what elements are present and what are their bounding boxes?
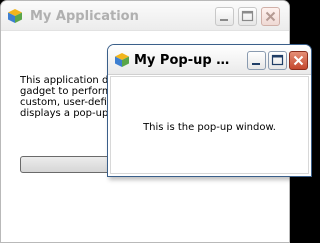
popup-window-title: My Pop-up Wi... (134, 53, 242, 68)
close-icon (265, 11, 276, 22)
maximize-icon (271, 54, 284, 66)
main-minimize-button[interactable] (215, 7, 234, 26)
maximize-icon (241, 10, 254, 22)
main-window-title: My Application (30, 9, 139, 24)
popup-window: My Pop-up Wi... This is the pop-up windo… (107, 44, 312, 177)
app-cube-icon (7, 8, 23, 24)
minimize-icon (220, 19, 228, 21)
popup-maximize-button[interactable] (268, 51, 287, 70)
app-cube-icon (114, 52, 130, 68)
minimize-icon (252, 63, 260, 65)
close-icon (293, 55, 304, 66)
popup-title-bar[interactable]: My Pop-up Wi... (108, 45, 311, 75)
main-close-button[interactable] (261, 7, 280, 26)
popup-content: This is the pop-up window. (110, 76, 309, 174)
popup-minimize-button[interactable] (247, 51, 266, 70)
main-title-bar[interactable]: My Application (1, 1, 289, 31)
popup-close-button[interactable] (289, 51, 308, 70)
main-maximize-button[interactable] (238, 7, 257, 26)
popup-message: This is the pop-up window. (143, 122, 276, 133)
